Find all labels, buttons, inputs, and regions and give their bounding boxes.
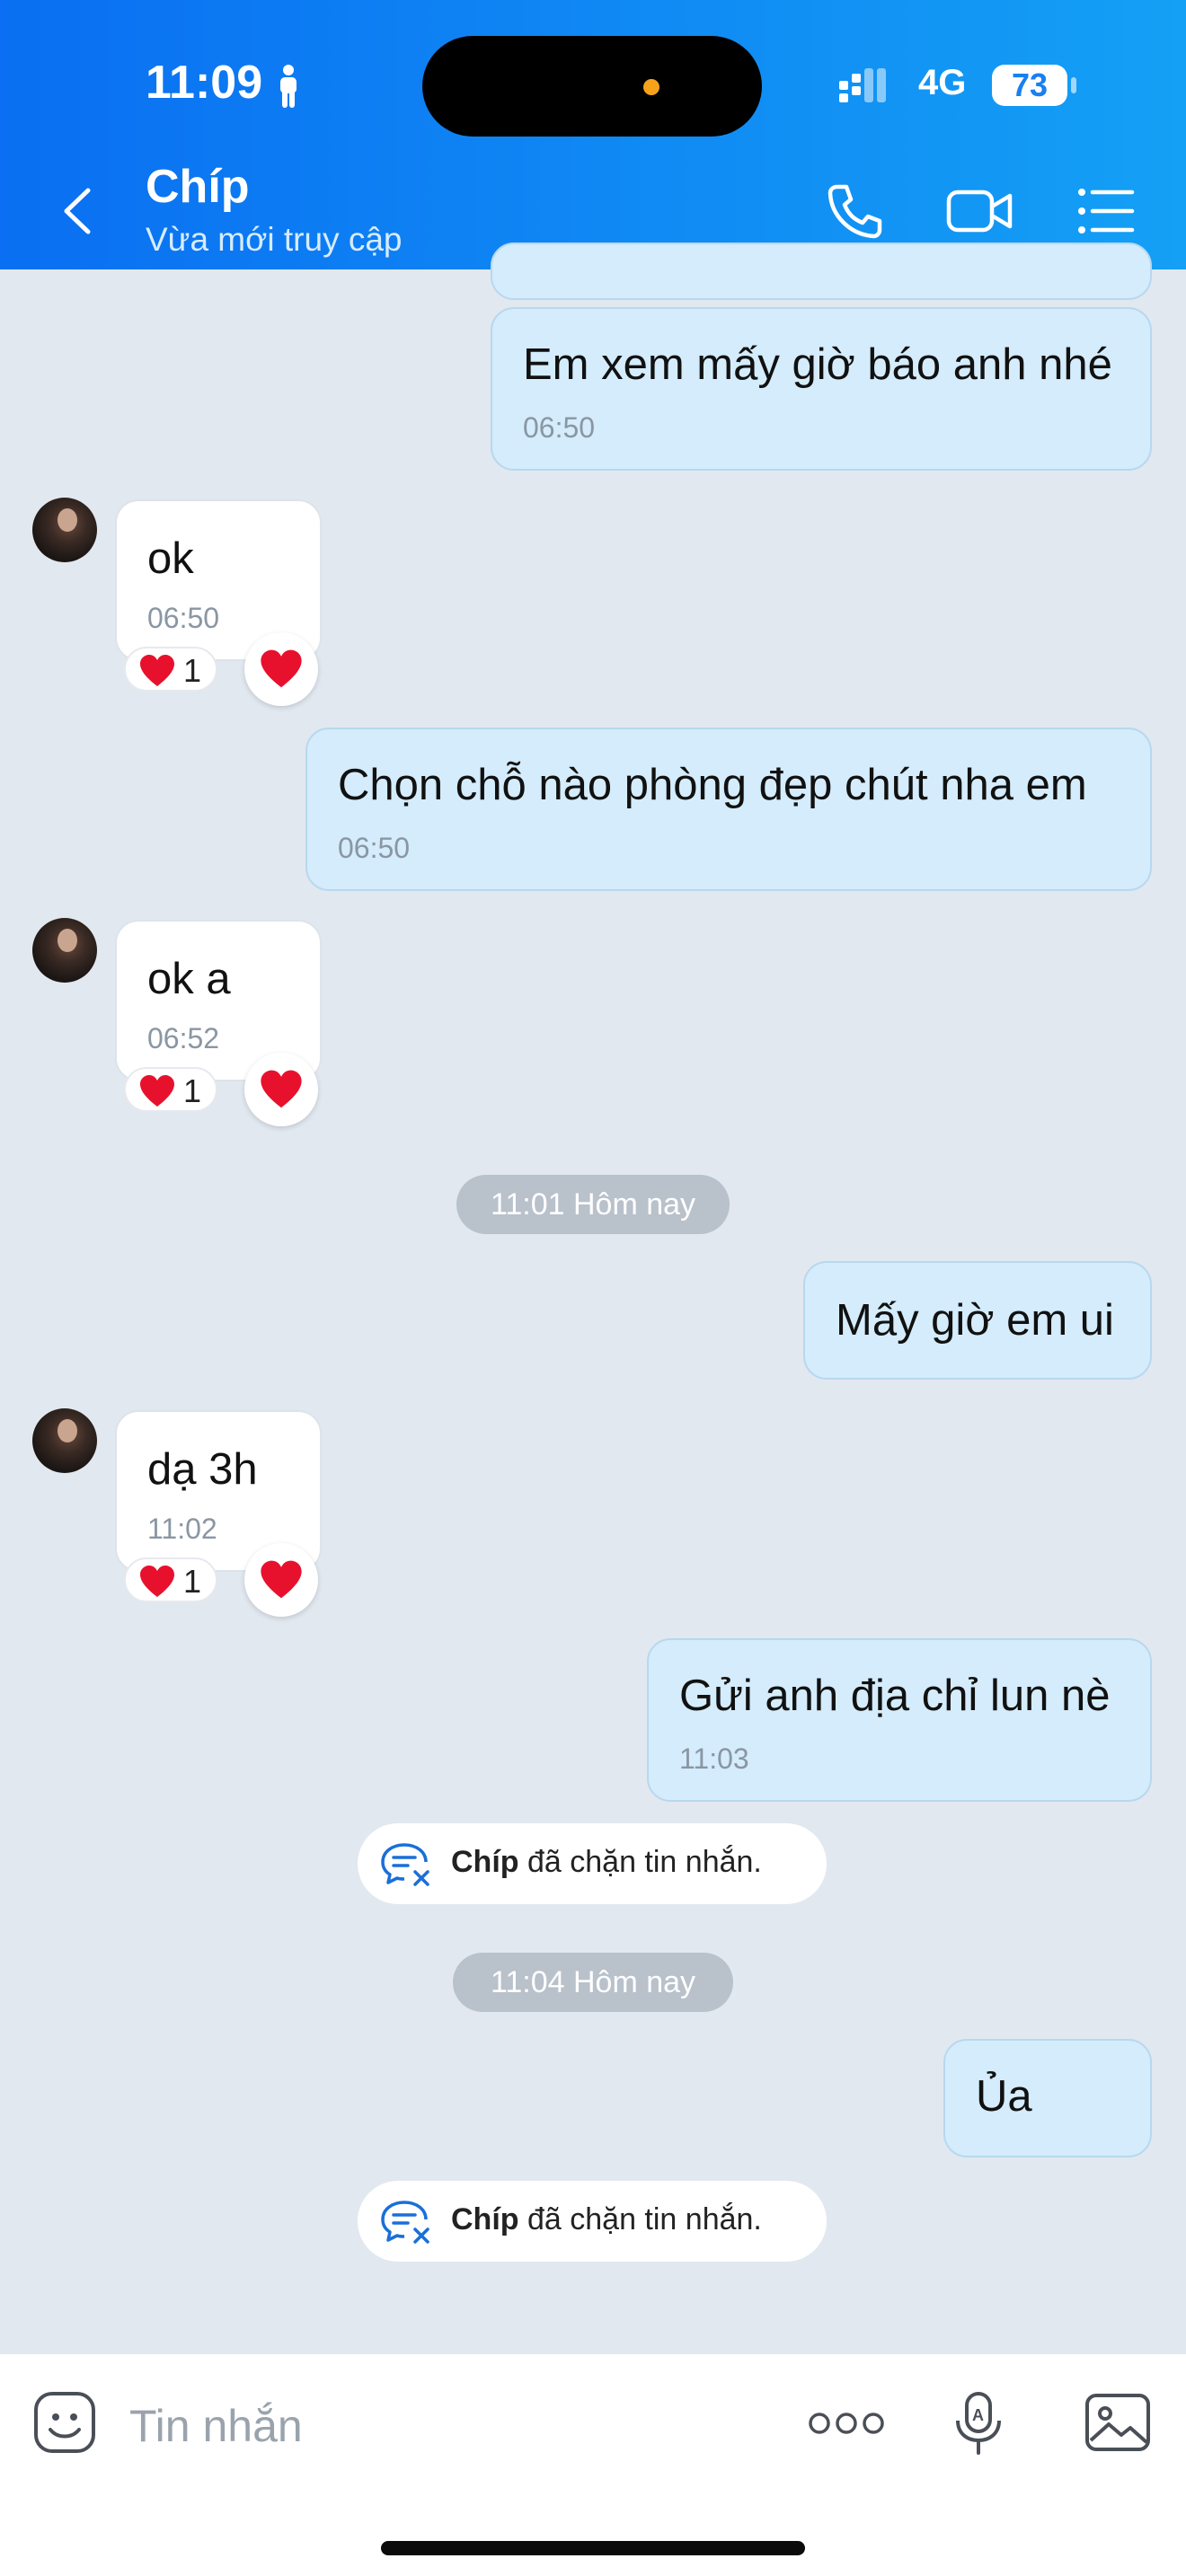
message-time: 06:50 [147, 602, 220, 634]
avatar[interactable] [32, 1408, 97, 1473]
reaction-count: 1 [183, 1563, 202, 1600]
message-time: 11:03 [679, 1742, 749, 1775]
message-text: Em xem mấy giờ báo anh nhé [523, 340, 1112, 389]
message-text: ok [147, 534, 194, 583]
privacy-indicator-icon [643, 79, 659, 95]
blocked-message-icon [381, 1843, 429, 1886]
signal-icon [839, 68, 886, 102]
reaction-count: 1 [183, 652, 202, 689]
battery-tip [1071, 77, 1076, 93]
message-time: 06:50 [523, 411, 596, 444]
heart-icon [261, 649, 302, 688]
battery-icon: 73 [992, 65, 1067, 106]
reaction-count: 1 [183, 1072, 202, 1109]
heart-icon [261, 1070, 302, 1108]
contact-name[interactable]: Chíp [146, 160, 250, 214]
phone-call-icon[interactable] [823, 180, 886, 243]
sticker-icon[interactable] [32, 2390, 97, 2455]
back-icon[interactable] [54, 180, 99, 243]
time-separator: 11:04 Hôm nay [453, 1953, 733, 2012]
notice-text: Chíp đã chặn tin nhắn. [451, 1845, 762, 1880]
video-call-icon[interactable] [945, 180, 1013, 243]
contact-status: Vừa mới truy cập [146, 221, 403, 258]
notice-body: đã chặn tin nhắn. [518, 1845, 762, 1879]
notice-body: đã chặn tin nhắn. [518, 2202, 762, 2236]
message-composer: A [0, 2353, 1186, 2576]
message-bubble-outgoing[interactable]: Ủa [943, 2039, 1152, 2157]
battery-level: 73 [1011, 66, 1049, 103]
message-bubble-outgoing[interactable]: Chọn chỗ nào phòng đẹp chút nha em 06:50 [305, 728, 1152, 891]
notice-name: Chíp [451, 2202, 519, 2236]
message-text: Gửi anh địa chỉ lun nè [679, 1672, 1111, 1720]
message-bubble-outgoing[interactable]: Gửi anh địa chỉ lun nè 11:03 [647, 1638, 1152, 1802]
person-icon [280, 65, 296, 108]
message-bubble-outgoing[interactable]: Mấy giờ em ui [803, 1261, 1152, 1380]
image-icon[interactable] [1084, 2390, 1152, 2455]
message-bubble-outgoing[interactable]: Em xem mấy giờ báo anh nhé 06:50 [491, 307, 1152, 471]
heart-icon [261, 1560, 302, 1599]
avatar[interactable] [32, 918, 97, 983]
message-text: Ủa [976, 2072, 1032, 2121]
home-indicator [381, 2541, 805, 2555]
blocked-notice: Chíp đã chặn tin nhắn. [358, 1823, 827, 1904]
voice-to-text-icon[interactable]: A [952, 2390, 1005, 2457]
chat-header: 11:09 4G 73 Chíp Vừa mới truy cập [0, 0, 1186, 269]
react-button[interactable] [244, 1053, 318, 1126]
network-type: 4G [918, 63, 967, 102]
reaction-summary[interactable]: 1 [124, 647, 217, 692]
dynamic-island [422, 36, 762, 137]
message-input[interactable] [128, 2390, 757, 2462]
react-button[interactable] [244, 1543, 318, 1617]
message-text: Mấy giờ em ui [836, 1296, 1114, 1345]
message-text: ok a [147, 955, 231, 1003]
reaction-summary[interactable]: 1 [124, 1067, 217, 1112]
heart-icon [140, 1075, 174, 1107]
blocked-message-icon [381, 2201, 429, 2244]
heart-icon [140, 655, 174, 686]
avatar[interactable] [32, 498, 97, 562]
reaction-summary[interactable]: 1 [124, 1557, 217, 1602]
menu-icon[interactable] [1075, 180, 1137, 243]
svg-text:A: A [972, 2406, 984, 2424]
message-text: Chọn chỗ nào phòng đẹp chút nha em [338, 761, 1087, 809]
message-list[interactable]: Em xem mấy giờ báo anh nhé 06:50 ok 06:5… [0, 243, 1186, 2353]
blocked-notice: Chíp đã chặn tin nhắn. [358, 2181, 827, 2262]
react-button[interactable] [244, 632, 318, 706]
more-icon[interactable] [809, 2410, 884, 2437]
notice-text: Chíp đã chặn tin nhắn. [451, 2202, 762, 2237]
message-time: 11:02 [147, 1513, 217, 1545]
time-separator: 11:01 Hôm nay [456, 1175, 730, 1234]
notice-name: Chíp [451, 1845, 519, 1879]
message-bubble-partial[interactable] [491, 243, 1152, 300]
message-time: 06:52 [147, 1022, 220, 1054]
heart-icon [140, 1566, 174, 1597]
message-time: 06:50 [338, 832, 411, 864]
message-text: dạ 3h [147, 1445, 258, 1494]
status-time: 11:09 [146, 57, 263, 109]
